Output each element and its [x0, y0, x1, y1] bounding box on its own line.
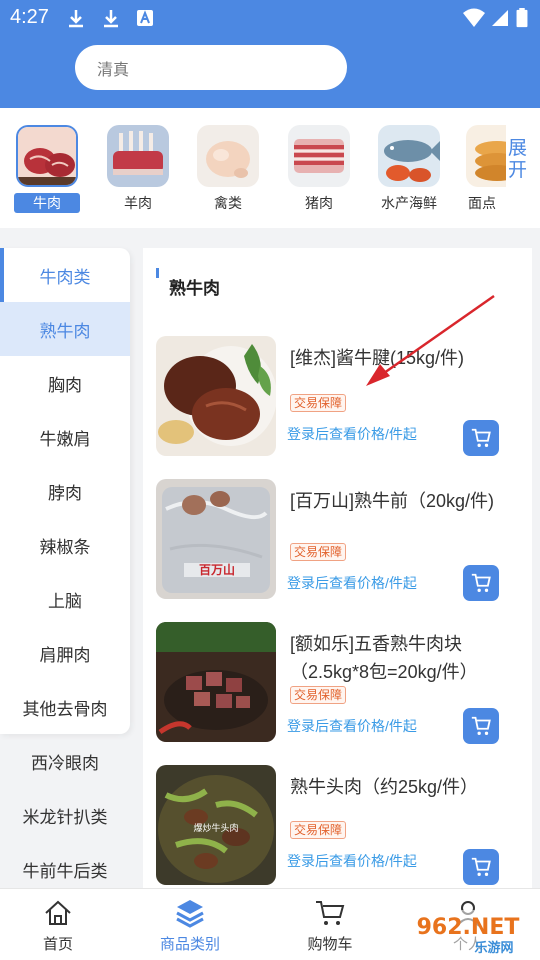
app-header: 4:27 清真	[0, 0, 540, 108]
section-title-bar	[156, 268, 159, 278]
nav-label: 商品类别	[159, 936, 220, 953]
watermark-subtext: 乐游网	[474, 940, 513, 956]
layers-icon	[176, 900, 204, 928]
product-item[interactable]: 百万山 [百万山]熟牛前（20kg/件) 交易保障 登录后查看价格/件起	[156, 479, 526, 601]
annotation-arrow-icon	[366, 294, 495, 386]
login-price-link[interactable]: 登录后查看价格/件起	[287, 851, 417, 871]
product-name: [额如乐]五香熟牛肉块（2.5kg*8包=20kg/件）	[290, 634, 478, 682]
beef-image	[16, 125, 78, 187]
home-icon	[45, 900, 71, 925]
trade-guarantee-badge: 交易保障	[290, 543, 347, 561]
sidebar-item-shoulder[interactable]: 牛嫩肩	[0, 410, 130, 464]
add-to-cart-button[interactable]	[463, 849, 499, 885]
login-price-link[interactable]: 登录后查看价格/件起	[287, 716, 417, 736]
category-label: 面点	[468, 195, 496, 211]
wifi-icon	[463, 8, 485, 27]
search-input[interactable]: 清真	[75, 45, 347, 90]
sidebar-item-sirloin[interactable]: 西冷眼肉	[0, 734, 130, 788]
sidebar-item-chuck[interactable]: 上脑	[0, 572, 130, 626]
cart-icon	[471, 573, 491, 592]
cart-icon	[316, 901, 345, 925]
search-value: 清真	[97, 61, 130, 79]
add-to-cart-button[interactable]	[463, 420, 499, 456]
download-icon	[69, 10, 83, 28]
category-label: 牛肉	[14, 193, 80, 213]
product-item[interactable]: 爆炒牛头肉 熟牛头肉（约25kg/件） 交易保障 登录后查看价格/件起	[156, 765, 526, 887]
category-label: 禽类	[214, 195, 242, 211]
product-name: [百万山]熟牛前（20kg/件)	[290, 491, 495, 511]
add-to-cart-button[interactable]	[463, 565, 499, 601]
category-pastry[interactable]: 面点	[466, 125, 506, 221]
trade-guarantee-badge: 交易保障	[290, 821, 347, 839]
status-time: 4:27	[10, 6, 49, 28]
sidebar-item-other-boneless[interactable]: 其他去骨肉	[0, 680, 130, 734]
fish-image	[378, 125, 440, 187]
trade-guarantee-badge: 交易保障	[290, 394, 347, 412]
sidebar-item-brisket[interactable]: 胸肉	[0, 356, 130, 410]
category-beef[interactable]: 牛肉	[14, 125, 80, 221]
expand-categories-button[interactable]: 展开	[508, 138, 534, 182]
section-title: 熟牛肉	[169, 279, 220, 298]
category-seafood[interactable]: 水产海鲜	[375, 125, 443, 221]
login-price-link[interactable]: 登录后查看价格/件起	[287, 424, 417, 444]
pork-belly-image	[288, 125, 350, 187]
nav-label: 首页	[42, 936, 73, 953]
product-image: 爆炒牛头肉	[156, 765, 276, 885]
sidebar-item-strips[interactable]: 辣椒条	[0, 518, 130, 572]
nav-cart[interactable]: 购物车	[280, 889, 380, 960]
login-price-link[interactable]: 登录后查看价格/件起	[287, 573, 417, 593]
category-label: 水产海鲜	[381, 195, 437, 211]
category-lamb[interactable]: 羊肉	[105, 125, 171, 221]
subcategory-sidebar: 牛肉类 熟牛肉 胸肉 牛嫩肩 脖肉 辣椒条 上脑 肩胛肉 其他去骨肉 西冷眼肉 …	[0, 248, 130, 888]
product-image	[156, 336, 276, 456]
cart-icon	[471, 716, 491, 735]
sidebar-item-cooked-beef[interactable]: 熟牛肉	[0, 302, 130, 356]
watermark-logo: 962.NET 乐游网	[398, 910, 536, 956]
product-image: 百万山	[156, 479, 276, 599]
category-label: 羊肉	[124, 195, 152, 211]
download-icon	[104, 10, 118, 28]
sidebar-item-blade[interactable]: 肩胛肉	[0, 626, 130, 680]
product-name: 熟牛头肉（约25kg/件）	[290, 777, 479, 797]
category-poultry[interactable]: 禽类	[195, 125, 261, 221]
app-notification-icon	[137, 10, 153, 26]
nav-home[interactable]: 首页	[8, 889, 108, 960]
signal-icon	[492, 10, 508, 26]
add-to-cart-button[interactable]	[463, 708, 499, 744]
nav-categories[interactable]: 商品类别	[140, 889, 240, 960]
category-strip: 牛肉 羊肉 禽类 猪肉 水产海鲜 面点 展开	[0, 108, 540, 228]
sidebar-item-beef-class[interactable]: 牛肉类	[0, 248, 130, 302]
pastry-image	[466, 125, 506, 187]
product-image	[156, 622, 276, 742]
trade-guarantee-badge: 交易保障	[290, 686, 347, 704]
cart-icon	[471, 857, 491, 876]
sidebar-item-neck[interactable]: 脖肉	[0, 464, 130, 518]
poultry-image	[197, 125, 259, 187]
status-bar: 4:27	[0, 0, 540, 36]
category-label: 猪肉	[305, 195, 333, 211]
watermark-text: 962.NET	[417, 915, 520, 940]
category-pork[interactable]: 猪肉	[286, 125, 352, 221]
battery-icon	[516, 8, 528, 28]
sidebar-item-round[interactable]: 米龙针扒类	[0, 788, 130, 842]
cart-icon	[471, 428, 491, 447]
product-item[interactable]: [额如乐]五香熟牛肉块（2.5kg*8包=20kg/件） 交易保障 登录后查看价…	[156, 622, 526, 744]
nav-label: 购物车	[307, 936, 353, 953]
dish-label-text: 爆炒牛头肉	[193, 822, 238, 834]
lamb-ribs-image	[107, 125, 169, 187]
package-brand-text: 百万山	[199, 562, 235, 577]
